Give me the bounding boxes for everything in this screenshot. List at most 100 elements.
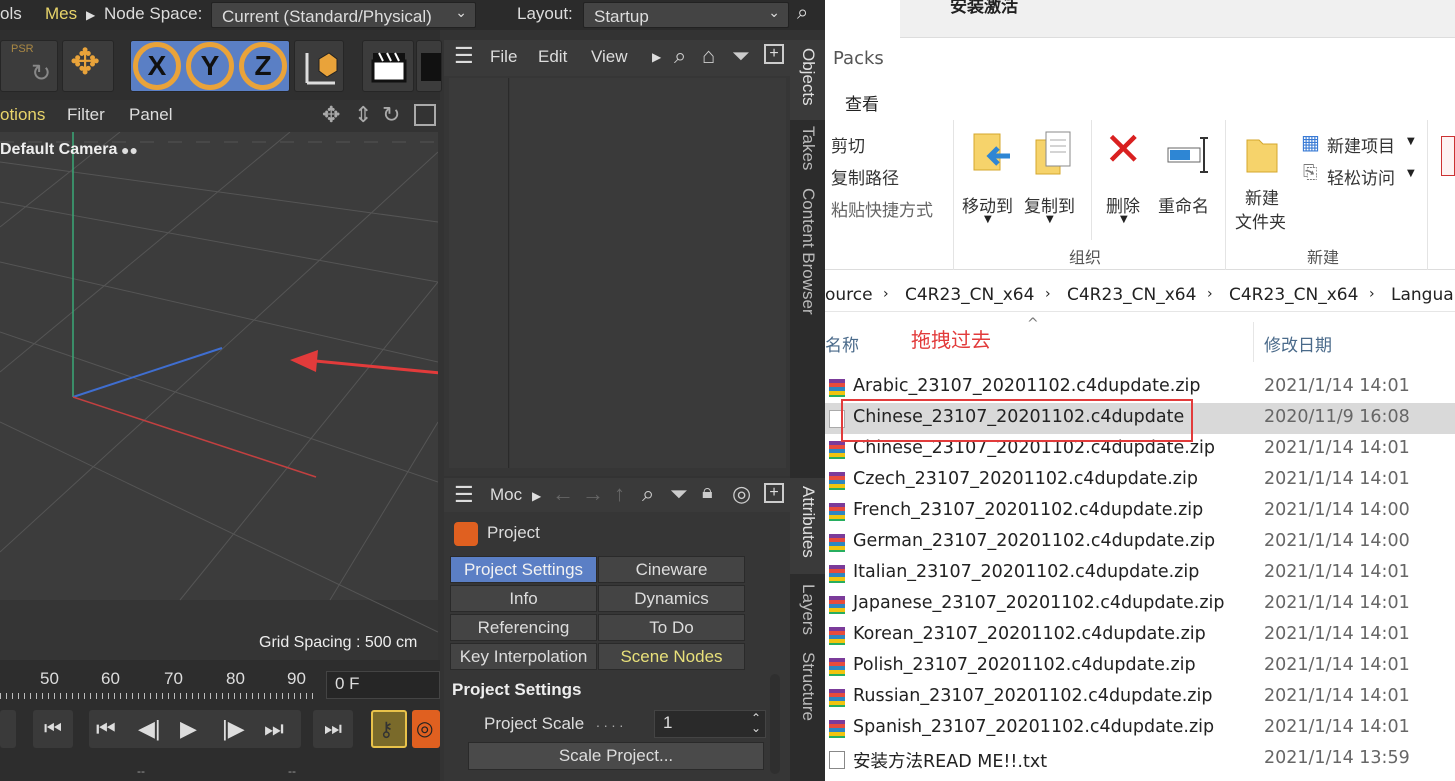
breadcrumb-segment[interactable]: Langua xyxy=(1391,285,1454,305)
hamburger-icon[interactable]: ☰ xyxy=(454,482,474,508)
easy-access-button[interactable]: 轻松访问 xyxy=(1327,164,1395,189)
menu-file[interactable]: File xyxy=(490,47,517,67)
hamburger-icon[interactable]: ☰ xyxy=(454,43,474,69)
search-icon[interactable]: ⌕ xyxy=(642,481,654,507)
file-row[interactable]: German_23107_20201102.c4dupdate.zip 2021/… xyxy=(825,527,1455,558)
go-to-start-button[interactable]: ⏮ xyxy=(33,710,73,748)
column-header-name[interactable]: 名称 xyxy=(825,331,859,356)
record-key-button[interactable]: ⚷ xyxy=(371,710,407,748)
new-panel-icon[interactable]: + xyxy=(764,483,784,503)
tab-view[interactable]: 查看 xyxy=(845,90,879,115)
filter-icon[interactable]: ⏷ xyxy=(670,481,688,507)
render-view-button[interactable] xyxy=(362,40,414,92)
timeline-scroll-button[interactable] xyxy=(0,710,16,748)
menu-mode[interactable]: Moc xyxy=(490,485,522,505)
step-forward-icon[interactable]: |▶ xyxy=(222,716,245,742)
x-axis-button[interactable]: X xyxy=(133,42,181,90)
file-row[interactable]: 安装方法READ ME!!.txt 2021/1/14 13:59 xyxy=(825,744,1455,775)
zoom-icon[interactable]: ⇕ xyxy=(354,102,372,128)
viewport[interactable]: Default Camera ●● Grid Spacing : 500 cm xyxy=(0,132,438,660)
search-icon[interactable]: ⌕ xyxy=(797,2,808,25)
node-space-dropdown[interactable]: Current (Standard/Physical) ⌄ xyxy=(211,2,476,28)
move-to-button[interactable]: 移动到 ▼ xyxy=(960,128,1016,228)
home-icon[interactable]: ⌂ xyxy=(702,43,715,69)
menu-mesh[interactable]: Mes xyxy=(45,4,77,24)
project-scale-input[interactable]: 1 ⌃ ⌄ xyxy=(654,710,766,738)
address-bar[interactable]: ource › C4R23_CN_x64 › C4R23_CN_x64 › C4… xyxy=(825,280,1455,312)
search-icon[interactable]: ⌕ xyxy=(674,43,686,69)
timeline-ruler[interactable] xyxy=(0,693,318,699)
rename-button[interactable]: 重命名 xyxy=(1158,128,1218,228)
psr-button[interactable]: PSR ↻ xyxy=(0,40,58,92)
attr-tab[interactable]: Referencing xyxy=(450,614,597,641)
file-row[interactable]: Polish_23107_20201102.c4dupdate.zip 2021/… xyxy=(825,651,1455,682)
play-icon[interactable]: ▶ xyxy=(180,716,197,742)
coordinate-system-button[interactable] xyxy=(294,40,344,92)
tab-takes[interactable]: Takes xyxy=(798,126,818,170)
file-row[interactable]: Russian_23107_20201102.c4dupdate.zip 2021… xyxy=(825,682,1455,713)
menu-options[interactable]: otions xyxy=(0,105,45,125)
maximize-view-icon[interactable] xyxy=(414,104,436,126)
copy-to-button[interactable]: 复制到 ▼ xyxy=(1022,128,1078,228)
file-row[interactable]: Italian_23107_20201102.c4dupdate.zip 2021… xyxy=(825,558,1455,589)
attr-tab[interactable]: Info xyxy=(450,585,597,612)
file-row[interactable]: Korean_23107_20201102.c4dupdate.zip 2021/… xyxy=(825,620,1455,651)
attr-tab[interactable]: Key Interpolation xyxy=(450,643,597,670)
scale-project-button[interactable]: Scale Project... xyxy=(468,742,764,770)
tab-content-browser[interactable]: Content Browser xyxy=(798,188,818,315)
breadcrumb-segment[interactable]: C4R23_CN_x64 xyxy=(1067,285,1196,305)
breadcrumb-segment[interactable]: C4R23_CN_x64 xyxy=(1229,285,1358,305)
z-axis-button[interactable]: Z xyxy=(239,42,287,90)
tab-structure[interactable]: Structure xyxy=(798,652,818,721)
previous-key-icon[interactable]: ⏮ xyxy=(96,716,116,742)
copy-path-button[interactable]: 复制路径 xyxy=(831,164,899,189)
attr-tab[interactable]: Scene Nodes xyxy=(598,643,745,670)
cut-button[interactable]: 剪切 xyxy=(831,132,865,157)
tab-layers[interactable]: Layers xyxy=(798,584,818,635)
layout-dropdown[interactable]: Startup ⌄ xyxy=(583,2,789,28)
file-row[interactable]: Japanese_23107_20201102.c4dupdate.zip 202… xyxy=(825,589,1455,620)
column-header-date[interactable]: 修改日期 xyxy=(1264,331,1332,356)
attr-tab[interactable]: Project Settings xyxy=(450,556,597,583)
attr-tab[interactable]: Dynamics xyxy=(598,585,745,612)
attributes-scrollbar[interactable] xyxy=(770,674,780,774)
delete-button[interactable]: ✕ 删除 ▼ xyxy=(1100,122,1150,228)
step-back-icon[interactable]: ◀| xyxy=(138,716,161,742)
menu-filter[interactable]: Filter xyxy=(67,105,105,125)
auto-key-button[interactable]: ◎ xyxy=(412,710,440,748)
up-arrow-icon[interactable]: ↑ xyxy=(614,481,625,507)
next-key-icon[interactable]: ⏭ xyxy=(264,716,284,742)
tab-objects[interactable]: Objects xyxy=(798,48,818,106)
menu-view[interactable]: View xyxy=(591,47,628,67)
target-icon[interactable]: ◎ xyxy=(732,481,751,507)
object-list[interactable] xyxy=(510,78,786,468)
filter-icon[interactable]: ⏷ xyxy=(732,43,750,69)
rotate-icon[interactable]: ↻ xyxy=(382,102,400,128)
stepper-icon[interactable]: ⌃ ⌄ xyxy=(751,712,761,734)
attr-tab[interactable]: To Do xyxy=(598,614,745,641)
paste-shortcut-button[interactable]: 粘贴快捷方式 xyxy=(831,196,933,221)
new-panel-icon[interactable]: + xyxy=(764,44,784,64)
properties-icon[interactable] xyxy=(1441,136,1455,176)
move-tool-button[interactable]: ✥ xyxy=(62,40,114,92)
file-row[interactable]: Spanish_23107_20201102.c4dupdate.zip 2021… xyxy=(825,713,1455,744)
menu-tools[interactable]: ols xyxy=(0,4,22,24)
y-axis-button[interactable]: Y xyxy=(186,42,234,90)
forward-arrow-icon[interactable]: → xyxy=(582,481,604,507)
pan-icon[interactable]: ✥ xyxy=(322,102,340,128)
breadcrumb-segment[interactable]: ource xyxy=(825,285,873,305)
menu-edit[interactable]: Edit xyxy=(538,47,567,67)
render-button[interactable] xyxy=(416,40,442,92)
breadcrumb-segment[interactable]: C4R23_CN_x64 xyxy=(905,285,1034,305)
go-to-end-button[interactable]: ⏭ xyxy=(313,710,353,748)
new-folder-button[interactable]: 新建 文件夹 xyxy=(1233,128,1293,238)
lock-icon[interactable]: 🔒︎ xyxy=(702,481,713,504)
file-row[interactable]: French_23107_20201102.c4dupdate.zip 2021/… xyxy=(825,496,1455,527)
attr-tab[interactable]: Cineware xyxy=(598,556,745,583)
tab-attributes[interactable]: Attributes xyxy=(798,486,818,558)
back-arrow-icon[interactable]: ← xyxy=(552,481,574,507)
file-row[interactable]: Czech_23107_20201102.c4dupdate.zip 2021/1… xyxy=(825,465,1455,496)
current-frame-field[interactable]: 0 F xyxy=(326,671,440,699)
new-item-button[interactable]: 新建项目 xyxy=(1327,132,1395,157)
menu-panel[interactable]: Panel xyxy=(129,105,172,125)
